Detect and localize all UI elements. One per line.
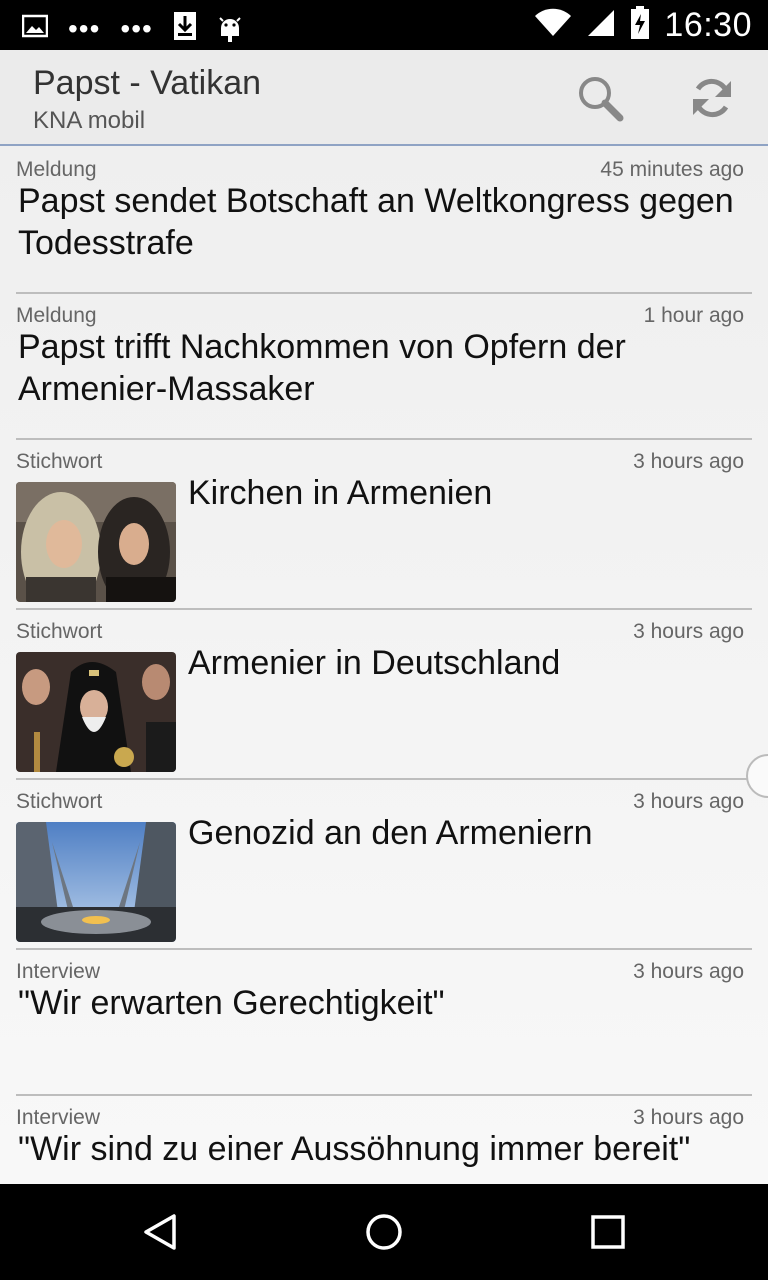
article-time: 3 hours ago [633, 1106, 744, 1129]
android-icon [217, 10, 243, 47]
article-headline: "Wir erwarten Gerechtigkeit" [18, 984, 445, 1022]
recents-button[interactable] [584, 1208, 632, 1256]
article-time: 1 hour ago [643, 304, 744, 327]
download-icon [173, 11, 197, 46]
list-item[interactable]: Interview 3 hours ago "Wir erwarten Gere… [16, 948, 752, 1096]
status-bar: ••• ••• 16:30 [0, 0, 768, 50]
navigation-bar [0, 1184, 768, 1280]
app-bar: Papst - Vatikan KNA mobil [0, 50, 768, 146]
status-time: 16:30 [664, 6, 752, 44]
back-button[interactable] [136, 1208, 184, 1256]
article-headline: Papst trifft Nachkommen von Opfern der A… [18, 328, 626, 408]
list-item[interactable]: Meldung 1 hour ago Papst trifft Nachkomm… [16, 292, 752, 440]
article-category: Meldung [16, 304, 97, 327]
search-icon [579, 77, 624, 122]
article-time: 3 hours ago [633, 620, 744, 643]
article-headline: Kirchen in Armenien [188, 474, 493, 512]
article-category: Interview [16, 1106, 101, 1129]
refresh-button[interactable] [684, 70, 740, 126]
home-icon [366, 1214, 402, 1250]
home-button[interactable] [360, 1208, 408, 1256]
app-title: Papst - Vatikan [33, 64, 262, 102]
article-headline: Papst sendet Botschaft an Weltkongress g… [18, 182, 734, 262]
article-category: Meldung [16, 158, 97, 181]
article-category: Stichwort [16, 790, 103, 813]
list-item[interactable]: Stichwort 3 hours ago Armenier in Deutsc… [16, 608, 752, 780]
article-time: 3 hours ago [633, 790, 744, 813]
more-dots-icon: ••• [68, 12, 101, 44]
clergy-procession-photo [16, 652, 176, 772]
article-category: Stichwort [16, 450, 103, 473]
article-category: Stichwort [16, 620, 103, 643]
article-category: Interview [16, 960, 101, 983]
memorial-monument-photo [16, 822, 176, 942]
article-headline: Genozid an den Armeniern [188, 814, 593, 852]
list-item[interactable]: Interview 3 hours ago "Wir sind zu einer… [16, 1094, 752, 1184]
article-headline: Armenier in Deutschland [188, 644, 561, 682]
list-item[interactable]: Meldung 45 minutes ago Papst sendet Bots… [16, 146, 752, 294]
refresh-icon [693, 78, 731, 118]
more-dots-icon: ••• [120, 12, 153, 44]
article-time: 3 hours ago [633, 450, 744, 473]
list-item[interactable]: Stichwort 3 hours ago Genozid an den Arm… [16, 778, 752, 950]
article-headline: "Wir sind zu einer Aussöhnung immer bere… [18, 1130, 691, 1168]
search-button[interactable] [572, 70, 628, 126]
wifi-icon [534, 8, 572, 43]
battery-charging-icon [630, 6, 650, 45]
signal-icon [586, 8, 616, 43]
article-list[interactable]: Meldung 45 minutes ago Papst sendet Bots… [0, 146, 768, 1184]
back-icon [144, 1214, 176, 1250]
women-in-headscarves-photo [16, 482, 176, 602]
status-bar-system: 16:30 [534, 6, 752, 45]
app-subtitle: KNA mobil [33, 107, 146, 134]
article-time: 45 minutes ago [600, 158, 744, 181]
status-bar-notifications: ••• ••• [21, 10, 243, 47]
recents-icon [591, 1215, 625, 1249]
list-item[interactable]: Stichwort 3 hours ago Kirchen in Armenie… [16, 438, 752, 610]
article-time: 3 hours ago [633, 960, 744, 983]
image-icon [21, 14, 49, 43]
